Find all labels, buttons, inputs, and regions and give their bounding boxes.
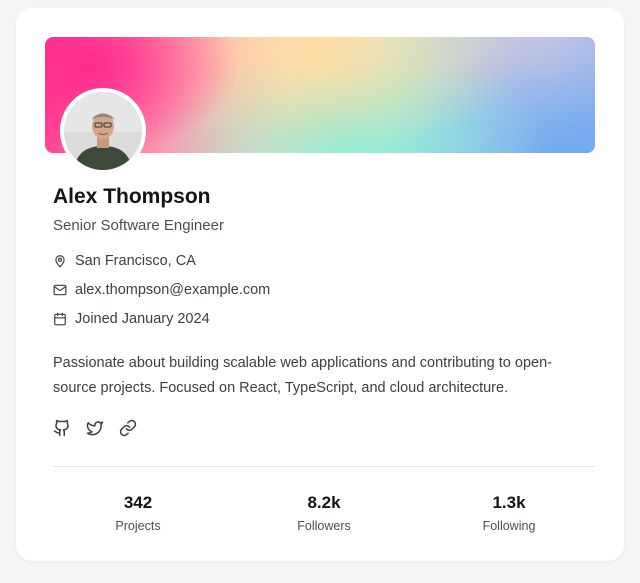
twitter-icon[interactable] <box>86 419 104 437</box>
stat-followers: 8.2k Followers <box>244 493 404 533</box>
profile-title: Senior Software Engineer <box>53 217 224 234</box>
avatar <box>60 88 146 174</box>
social-links <box>53 419 152 437</box>
email-text[interactable]: alex.thompson@example.com <box>75 282 270 298</box>
stat-value: 342 <box>123 493 153 512</box>
email-row: alex.thompson@example.com <box>53 280 270 300</box>
joined-text: Joined January 2024 <box>75 311 210 327</box>
stat-value: 8.2k <box>307 493 341 512</box>
profile-card: Alex Thompson Senior Software Engineer S… <box>16 8 624 561</box>
link-icon[interactable] <box>119 419 137 437</box>
map-pin-icon <box>53 254 67 268</box>
stat-value: 1.3k <box>492 493 526 512</box>
stat-label: Followers <box>297 519 351 533</box>
mail-icon <box>53 283 67 297</box>
location-text: San Francisco, CA <box>75 253 196 269</box>
calendar-icon <box>53 312 67 326</box>
location-row: San Francisco, CA <box>53 251 196 271</box>
github-icon[interactable] <box>53 419 71 437</box>
joined-row: Joined January 2024 <box>53 309 210 329</box>
stat-following: 1.3k Following <box>429 493 589 533</box>
stat-label: Projects <box>115 519 161 533</box>
stat-label: Following <box>482 519 536 533</box>
profile-bio: Passionate about building scalable web a… <box>53 355 552 396</box>
profile-name: Alex Thompson <box>53 185 211 208</box>
divider <box>53 466 595 467</box>
stat-projects: 342 Projects <box>58 493 218 533</box>
